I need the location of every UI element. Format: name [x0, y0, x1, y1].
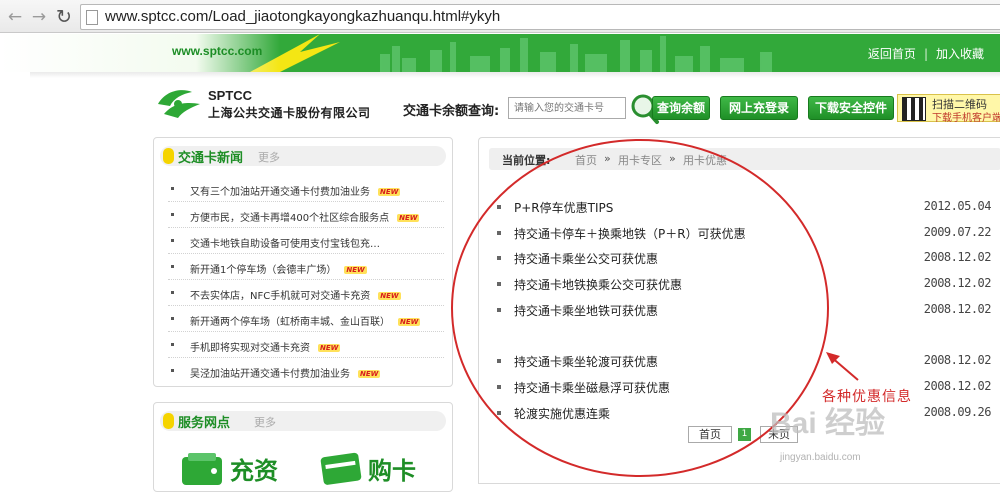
offer-row[interactable]: 持交通卡地铁换乘公交可获优惠 2008.12.02 — [497, 275, 1000, 295]
query-balance-button[interactable]: 查询余额 — [652, 96, 710, 120]
back-arrow-icon[interactable]: ← — [4, 6, 26, 28]
new-badge-icon: NEW — [318, 344, 341, 352]
new-badge-icon: NEW — [378, 292, 401, 300]
offer-date: 2008.09.26 — [923, 405, 992, 419]
news-item[interactable]: 又有三个加油站开通交通卡付费加油业务 NEW — [168, 176, 444, 202]
news-more-link[interactable]: 更多 — [258, 149, 280, 165]
offer-row[interactable]: 持交通卡停车＋换乘地铁（P＋R）可获优惠 2009.07.22 — [497, 224, 1000, 244]
offer-title[interactable]: 持交通卡停车＋换乘地铁（P＋R）可获优惠 — [514, 225, 746, 242]
sptcc-logo-icon[interactable] — [152, 84, 204, 120]
card-icon — [320, 452, 362, 485]
news-item[interactable]: 交通卡地铁自助设备可使用支付宝钱包充… — [168, 228, 444, 254]
new-badge-icon: NEW — [344, 266, 367, 274]
breadcrumb-current: 用卡优惠 — [683, 154, 727, 167]
offer-date: 2008.12.02 — [923, 353, 992, 367]
news-item[interactable]: 方便市民，交通卡再增400个社区综合服务点 NEW — [168, 202, 444, 228]
new-badge-icon: NEW — [397, 214, 420, 222]
service-more-link[interactable]: 更多 — [254, 414, 276, 430]
first-page-button[interactable]: 首页 — [688, 426, 732, 443]
logo-chinese-name: 上海公共交通卡股份有限公司 — [208, 106, 371, 120]
offer-row[interactable]: 持交通卡乘坐轮渡可获优惠 2008.12.02 — [497, 352, 1000, 372]
offer-date: 2008.12.02 — [923, 276, 992, 290]
breadcrumb-home[interactable]: 首页 — [575, 152, 597, 168]
logo-english-name: SPTCC — [208, 88, 253, 103]
qr-code-icon — [902, 97, 926, 121]
new-badge-icon: NEW — [358, 370, 381, 378]
site-mini-logo[interactable]: www.sptcc.com — [172, 44, 262, 58]
offer-title[interactable]: 持交通卡乘坐公交可获优惠 — [514, 250, 658, 267]
yellow-dot-icon — [163, 413, 174, 429]
offers-panel: 当前位置: 首页 » 用卡专区 » 用卡优惠 P+R停车优惠TIPS 2012.0… — [478, 137, 1000, 484]
current-page-indicator[interactable]: 1 — [738, 428, 751, 441]
news-panel-header: 交通卡新闻 更多 — [160, 146, 446, 166]
favorite-link[interactable]: 加入收藏 — [936, 47, 984, 61]
download-security-button[interactable]: 下载安全控件 — [808, 96, 894, 120]
card-number-input[interactable] — [508, 97, 626, 119]
address-bar[interactable]: www.sptcc.com/Load_jiaotongkayongkazhuan… — [80, 4, 1000, 30]
reload-icon[interactable]: ↻ — [53, 6, 75, 28]
news-item[interactable]: 吴泾加油站开通交通卡付费加油业务 NEW — [168, 358, 444, 384]
offer-row[interactable]: 持交通卡乘坐地铁可获优惠 2008.12.02 — [497, 301, 1000, 321]
page-icon — [86, 10, 98, 25]
buy-card-label: 购卡 — [368, 457, 416, 485]
online-recharge-button[interactable]: 网上充登录 — [720, 96, 798, 120]
offer-date: 2008.12.02 — [923, 302, 992, 316]
news-item[interactable]: 新开通两个停车场（虹桥南丰城、金山百联） NEW — [168, 306, 444, 332]
service-panel: 服务网点 更多 充资 购卡 — [153, 402, 453, 492]
news-item[interactable]: 不去实体店，NFC手机就可对交通卡充资 NEW — [168, 280, 444, 306]
offer-title[interactable]: 持交通卡乘坐磁悬浮可获优惠 — [514, 379, 670, 396]
news-item[interactable]: 手机即将实现对交通卡充资 NEW — [168, 332, 444, 358]
new-badge-icon: NEW — [398, 318, 421, 326]
offer-title[interactable]: 轮渡实施优惠连乘 — [514, 405, 610, 422]
offer-title[interactable]: 持交通卡乘坐地铁可获优惠 — [514, 302, 658, 319]
offer-row[interactable]: P+R停车优惠TIPS 2012.05.04 — [497, 198, 1000, 218]
qr-download-text: 下载手机客户端 — [932, 113, 1000, 124]
offer-title[interactable]: 持交通卡地铁换乘公交可获优惠 — [514, 276, 682, 293]
news-list: 又有三个加油站开通交通卡付费加油业务 NEW 方便市民，交通卡再增400个社区综合… — [168, 176, 444, 384]
news-item[interactable]: 新开通1个停车场（会德丰广场） NEW — [168, 254, 444, 280]
forward-arrow-icon[interactable]: → — [28, 6, 50, 28]
offer-date: 2012.05.04 — [923, 199, 992, 213]
offer-title[interactable]: 持交通卡乘坐轮渡可获优惠 — [514, 353, 658, 370]
header-banner: www.sptcc.com 返回首页 | 加入收藏 — [0, 34, 1000, 72]
news-title: 交通卡新闻 — [178, 151, 244, 166]
offer-date: 2008.12.02 — [923, 250, 992, 264]
breadcrumb-section[interactable]: 用卡专区 — [618, 152, 662, 168]
news-panel: 交通卡新闻 更多 又有三个加油站开通交通卡付费加油业务 NEW 方便市民，交通卡再… — [153, 137, 453, 387]
browser-toolbar: ← → ↻ www.sptcc.com/Load_jiaotongkayongk… — [0, 0, 1000, 33]
recharge-label: 充资 — [230, 457, 278, 485]
baidu-watermark: Bai 经验 jingyan.baidu.com — [770, 398, 886, 463]
breadcrumb: 当前位置: 首页 » 用卡专区 » 用卡优惠 — [489, 148, 1000, 170]
home-link[interactable]: 返回首页 — [868, 47, 916, 61]
offer-date: 2008.12.02 — [923, 379, 992, 393]
qr-download-box[interactable]: 扫描二维码 下载手机客户端 — [897, 94, 1000, 124]
offer-row[interactable]: 持交通卡乘坐磁悬浮可获优惠 2008.12.02 — [497, 378, 1000, 398]
top-links: 返回首页 | 加入收藏 — [868, 45, 984, 62]
offer-title[interactable]: P+R停车优惠TIPS — [514, 199, 613, 216]
balance-query-label: 交通卡余额查询: — [403, 104, 500, 119]
yellow-dot-icon — [163, 148, 174, 164]
offer-date: 2009.07.22 — [923, 225, 992, 239]
link-separator: | — [923, 47, 928, 61]
offer-row[interactable]: 轮渡实施优惠连乘 2008.09.26 — [497, 404, 1000, 424]
breadcrumb-label: 当前位置: — [502, 154, 551, 167]
wallet-icon — [182, 453, 222, 485]
offer-row[interactable]: 持交通卡乘坐公交可获优惠 2008.12.02 — [497, 249, 1000, 269]
service-panel-header: 服务网点 更多 — [160, 411, 446, 431]
watermark-url: jingyan.baidu.com — [780, 452, 861, 463]
url-text: www.sptcc.com/Load_jiaotongkayongkazhuan… — [105, 8, 501, 25]
new-badge-icon: NEW — [378, 188, 401, 196]
watermark-text: Bai 经验 — [770, 407, 886, 440]
service-title: 服务网点 — [178, 416, 231, 431]
